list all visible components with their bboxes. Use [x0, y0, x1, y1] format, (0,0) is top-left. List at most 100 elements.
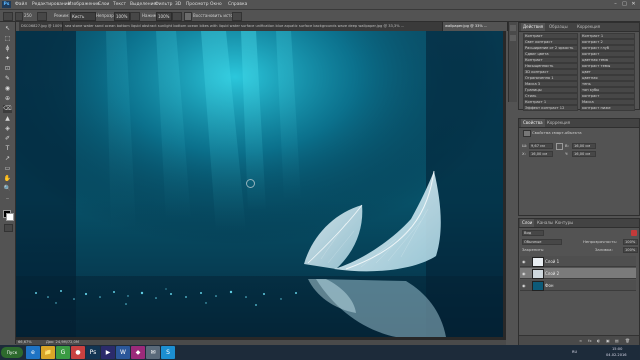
menu-type[interactable]: Текст [113, 1, 126, 8]
new-layer-icon[interactable]: ▤ [615, 337, 619, 344]
brush-size[interactable]: 250 [24, 12, 32, 19]
menu-image[interactable]: Изображение [68, 1, 100, 8]
taskbar-app-button[interactable]: Ps [86, 346, 100, 359]
layer-row[interactable]: ◉ Фон [520, 280, 636, 291]
zoom-tool-icon[interactable]: 🔍 [3, 185, 12, 193]
adjustment-layer-icon[interactable]: ◐ [597, 337, 600, 344]
pen-tool-icon[interactable]: ✐ [3, 135, 12, 143]
taskbar-app-button[interactable]: G [56, 346, 70, 359]
close-button[interactable]: ✕ [630, 1, 637, 7]
airbrush-icon[interactable] [172, 12, 182, 21]
opacity-input[interactable]: 100% [114, 12, 130, 21]
layer-filter-select[interactable]: Вид [522, 230, 544, 236]
action-item[interactable]: Эффект контраст 12 [523, 105, 578, 111]
taskbar-app-button[interactable]: W [116, 346, 130, 359]
menu-filter[interactable]: Фильтр [155, 1, 172, 8]
tab-actions[interactable]: Действия [521, 23, 546, 31]
background-color-swatch[interactable] [6, 213, 14, 221]
mode-select[interactable]: Кисть [70, 12, 96, 21]
dodge-tool-icon[interactable]: ◈ [3, 125, 12, 133]
tab-layers[interactable]: Слои [520, 219, 535, 227]
add-mask-icon[interactable]: ▣ [606, 337, 610, 344]
magic-wand-tool-icon[interactable]: ✦ [3, 55, 12, 63]
more-tools-icon[interactable]: ··· [3, 195, 12, 203]
document-tab[interactable]: sea stone water sand ocean bottom liquid… [63, 22, 443, 31]
history-brush-tool-icon[interactable]: ⌫ [3, 105, 12, 113]
menu-file[interactable]: Файл [15, 1, 27, 8]
brush-preview-icon[interactable] [15, 12, 23, 21]
blend-mode-select[interactable]: Обычные [522, 239, 562, 245]
restore-history-checkbox[interactable] [184, 12, 192, 21]
pressure-size-icon[interactable] [232, 12, 242, 21]
gradient-tool-icon[interactable]: ▲ [3, 115, 12, 123]
quick-mask-icon[interactable] [4, 224, 13, 232]
pressure-opacity-icon[interactable] [130, 12, 140, 21]
maximize-button[interactable]: □ [621, 1, 628, 7]
document-tab[interactable]: DSC06827.jpg @ 100% (RGB/8) [19, 22, 63, 31]
canvas-area[interactable] [16, 31, 506, 340]
flow-input[interactable]: 100% [156, 12, 172, 21]
taskbar-app-button[interactable]: ● [71, 346, 85, 359]
clone-stamp-tool-icon[interactable]: ⊕ [3, 95, 12, 103]
taskbar-app-button[interactable]: ✉ [146, 346, 160, 359]
hand-tool-icon[interactable]: ✋ [3, 175, 12, 183]
tool-preset-icon[interactable] [3, 12, 13, 21]
type-tool-icon[interactable]: T [3, 145, 12, 153]
visibility-eye-icon[interactable]: ◉ [522, 283, 526, 288]
healing-tool-icon[interactable]: ◉ [3, 85, 12, 93]
link-icon[interactable] [556, 143, 563, 150]
menu-select[interactable]: Выделение [130, 1, 156, 8]
lasso-tool-icon[interactable]: ϕ [3, 45, 12, 53]
taskbar-app-button[interactable]: 📁 [41, 346, 55, 359]
layer-row[interactable]: ◉ Слой 2 [520, 268, 636, 279]
tab-swatches[interactable]: Образцы [547, 23, 570, 31]
y-input[interactable]: 16,00 см [572, 151, 596, 157]
x-input[interactable]: 16,00 см [529, 151, 553, 157]
menu-edit[interactable]: Редактирование [32, 1, 70, 8]
brush-panel-icon[interactable] [37, 12, 47, 21]
move-tool-icon[interactable]: ↖ [3, 25, 12, 33]
tab-corrections[interactable]: Коррекция [545, 119, 572, 127]
taskbar-app-button[interactable]: ▶ [101, 346, 115, 359]
layer-name[interactable]: Фон [545, 280, 554, 291]
clock-time[interactable]: 15:00 [612, 347, 622, 351]
history-panel-icon[interactable] [510, 25, 516, 31]
path-selection-tool-icon[interactable]: ↗ [3, 155, 12, 163]
tab-properties[interactable]: Свойства [521, 119, 545, 127]
taskbar-app-button[interactable]: S [161, 346, 175, 359]
visibility-eye-icon[interactable]: ◉ [522, 271, 526, 276]
visibility-eye-icon[interactable]: ◉ [522, 259, 526, 264]
menu-window[interactable]: Окно [210, 1, 222, 8]
layer-name[interactable]: Слой 2 [545, 268, 559, 279]
layer-row[interactable]: ◉ Слой 1 [520, 256, 636, 267]
menu-help[interactable]: Справка [228, 1, 247, 8]
layer-opacity-input[interactable]: 100% [623, 239, 638, 245]
tab-paths[interactable]: Контуры [553, 219, 575, 227]
taskbar-app-button[interactable]: e [26, 346, 40, 359]
menu-3d[interactable]: 3D [175, 1, 181, 8]
document-tab-active[interactable]: wallpaper.jpg @ 33% ... [443, 22, 508, 31]
language-indicator[interactable]: RU [572, 350, 577, 354]
minimize-button[interactable]: – [612, 1, 619, 7]
actions-panel-icon[interactable] [510, 35, 516, 41]
start-button[interactable]: Пуск [1, 347, 23, 358]
shape-tool-icon[interactable]: ▭ [3, 165, 12, 173]
height-input[interactable]: 16,00 см [572, 143, 596, 149]
eyedropper-tool-icon[interactable]: ✎ [3, 75, 12, 83]
width-input[interactable]: 9,67 см [529, 143, 553, 149]
clock-date[interactable]: 04.02.2016 [606, 353, 627, 357]
layer-name[interactable]: Слой 1 [545, 256, 559, 267]
menu-view[interactable]: Просмотр [186, 1, 209, 8]
tab-adjust[interactable]: Коррекция [575, 23, 602, 31]
fx-icon[interactable]: fx [588, 337, 592, 344]
crop-tool-icon[interactable]: ⊡ [3, 65, 12, 73]
action-item[interactable]: контраст ниже [580, 105, 635, 111]
trash-icon[interactable]: 🗑 [625, 337, 630, 344]
menu-layers[interactable]: Слои [98, 1, 109, 8]
filter-toggle-icon[interactable] [631, 230, 637, 236]
taskbar-app-button[interactable]: ◆ [131, 346, 145, 359]
marquee-tool-icon[interactable]: ⬚ [3, 35, 12, 43]
fill-input[interactable]: 100% [623, 247, 638, 253]
canvas[interactable] [16, 31, 503, 337]
link-layers-icon[interactable]: ∞ [579, 337, 582, 344]
